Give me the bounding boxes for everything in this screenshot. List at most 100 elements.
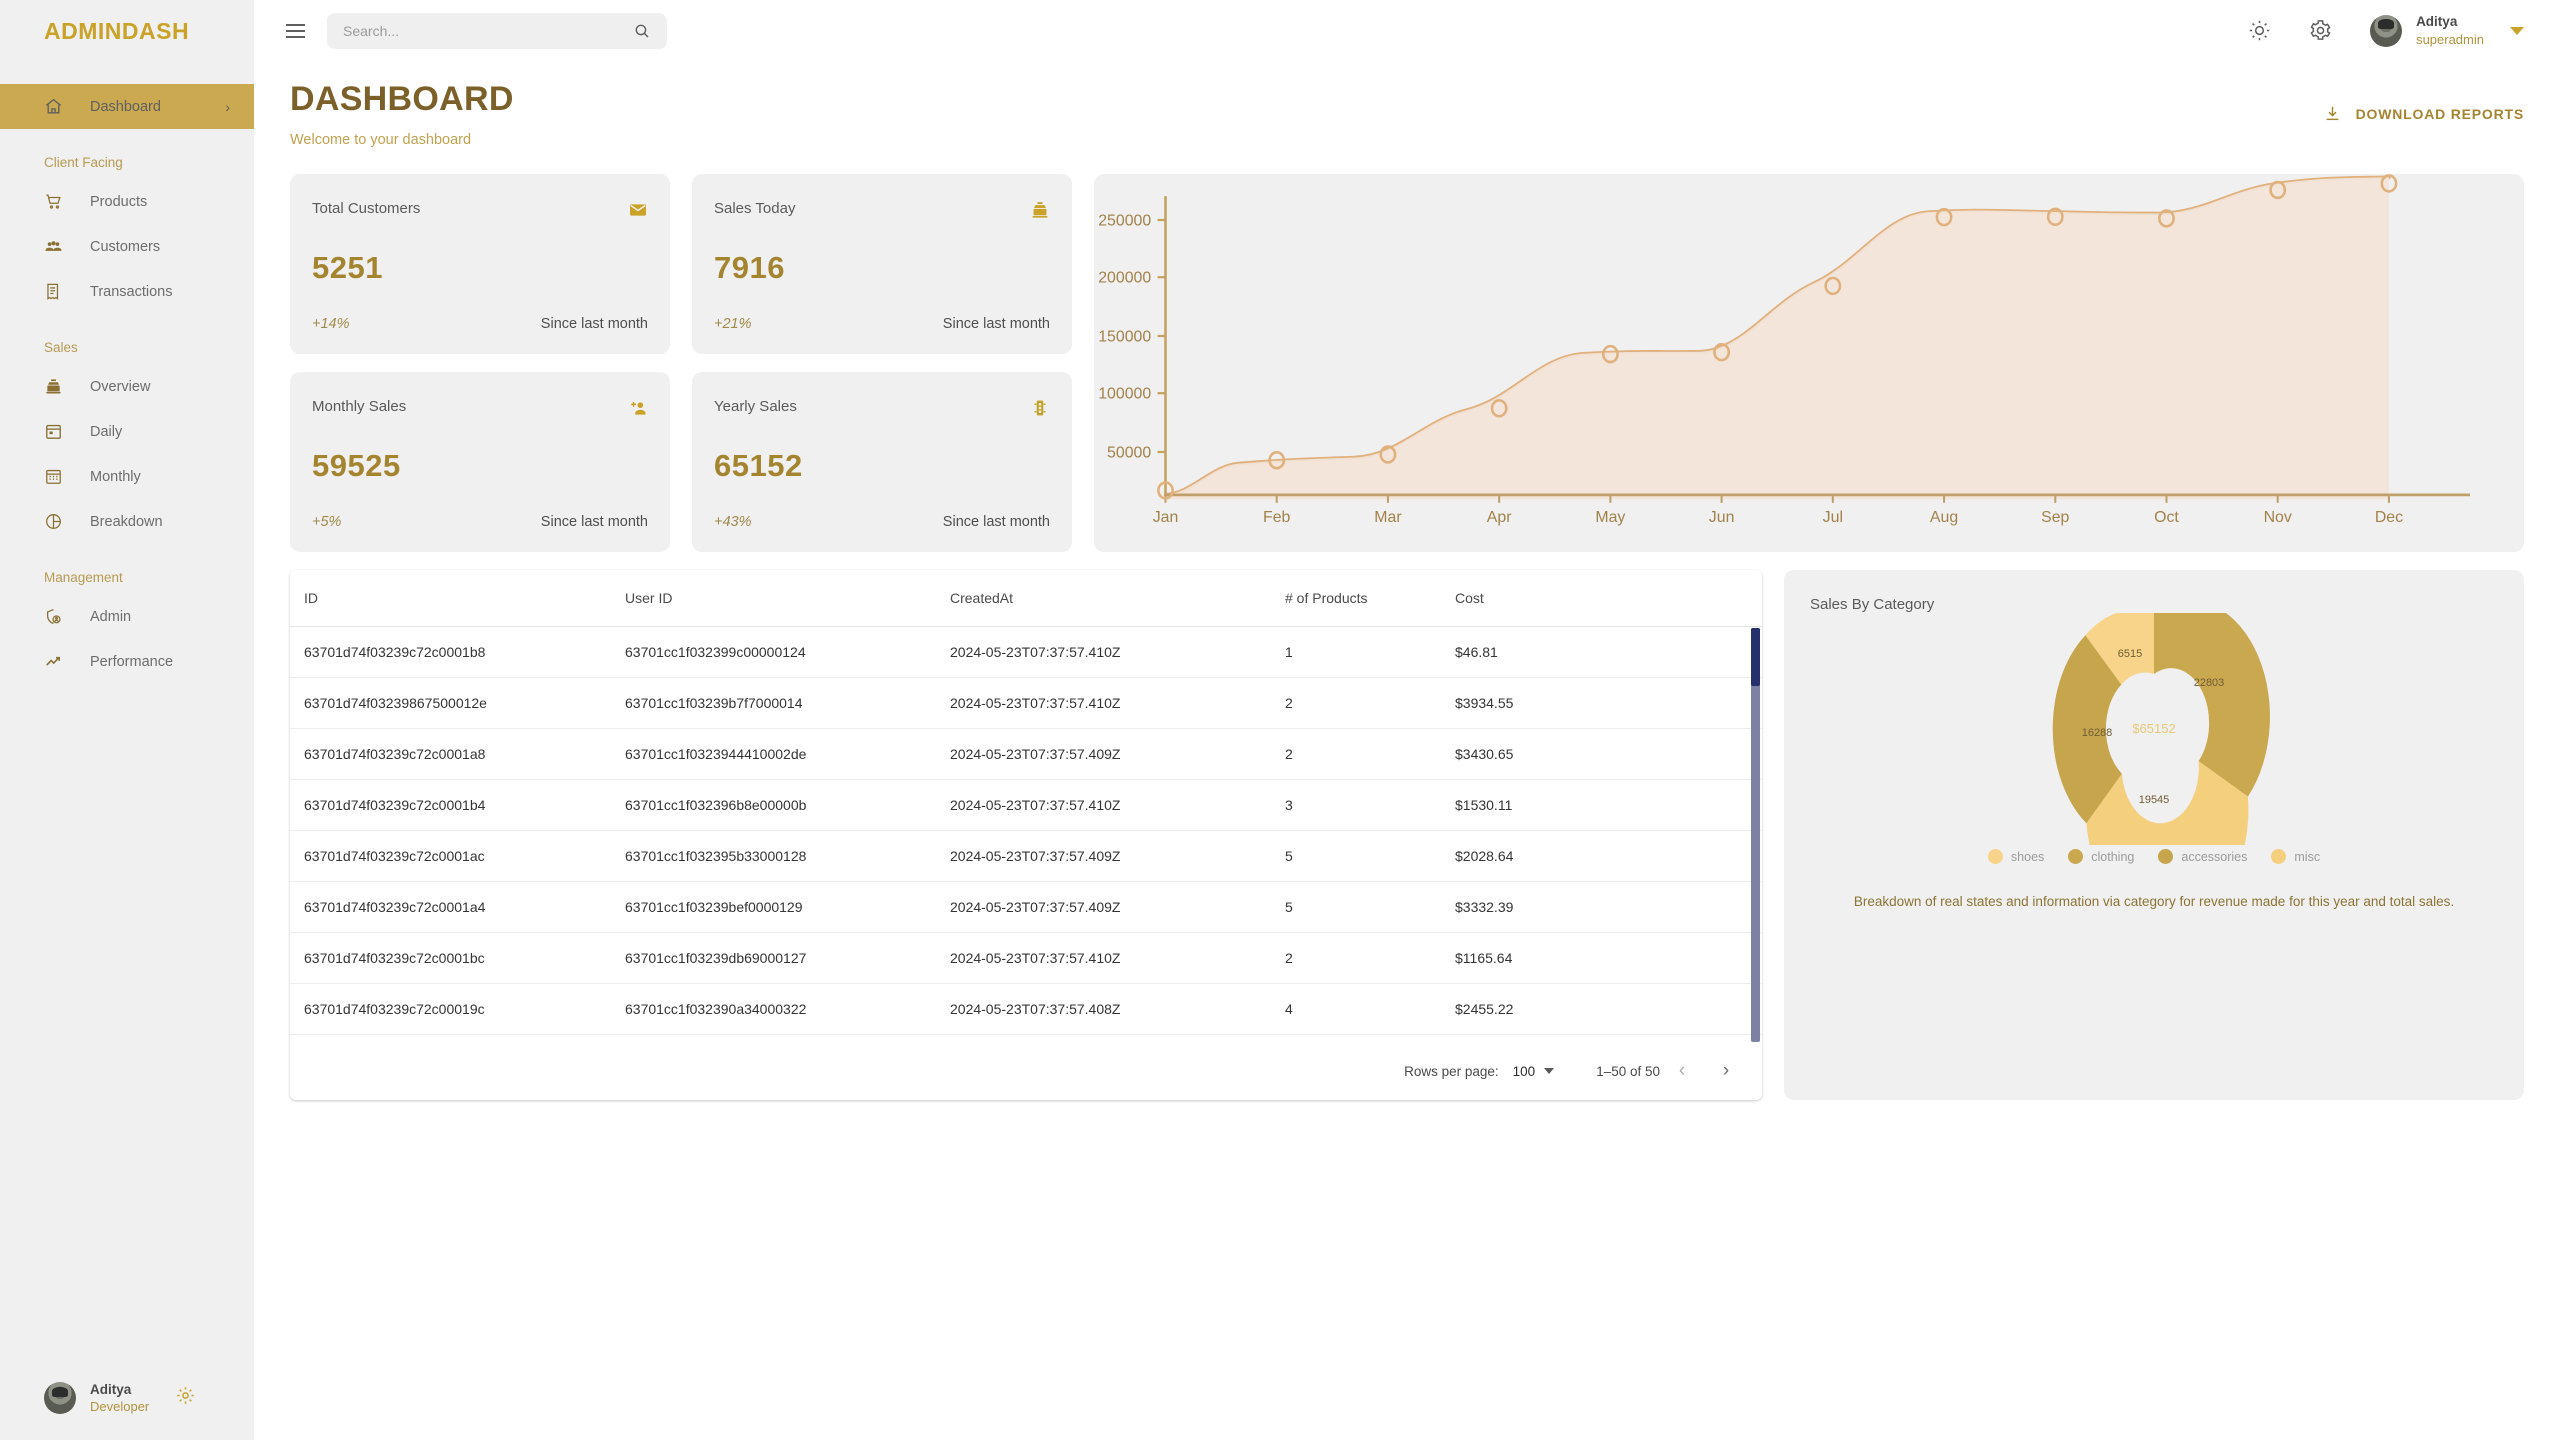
cell-num-products: 5	[1285, 830, 1455, 882]
dashboard-content: DASHBOARD Welcome to your dashboard DOWN…	[254, 62, 2560, 1100]
overall-sales-line-chart: 250000 200000 150000 100000 50000 Jan Fe…	[1094, 174, 2524, 552]
x-tick-label: Jan	[1153, 509, 1179, 526]
sidebar-item-breakdown[interactable]: Breakdown	[0, 499, 254, 544]
table-row[interactable]: 63701d74f03239c72c0001a8 63701cc1f032394…	[290, 728, 1762, 780]
rows-per-page-value: 100	[1512, 1063, 1536, 1079]
table-row[interactable]: 63701d74f03239c72c0001b4 63701cc1f032396…	[290, 779, 1762, 831]
column-header-num-products[interactable]: # of Products	[1285, 570, 1455, 627]
stat-card-monthly-sales: Monthly Sales 59525 +5% Since last month	[290, 372, 670, 552]
sidebar-item-customers[interactable]: Customers	[0, 224, 254, 269]
cell-id: 63701d74f03239c72c0001a4	[290, 881, 625, 933]
legend-item-clothing[interactable]: clothing	[2068, 849, 2134, 864]
sidebar-item-products[interactable]: Products	[0, 179, 254, 224]
cell-user-id: 63701cc1f032396b8e00000b	[625, 779, 950, 831]
donut-slice-shoes[interactable]	[2154, 613, 2270, 797]
cell-id: 63701d74f03239c72c0001b4	[290, 779, 625, 831]
stat-delta: +14%	[312, 316, 350, 332]
table-scrollbar[interactable]	[1751, 628, 1760, 1042]
pagination-range: 1–50 of 50	[1596, 1063, 1660, 1079]
calendar-month-icon	[44, 467, 63, 486]
transactions-table: ID User ID CreatedAt # of Products Cost …	[290, 570, 1762, 1035]
calendar-today-icon	[44, 422, 63, 441]
column-header-id[interactable]: ID	[290, 570, 625, 627]
chevron-down-icon[interactable]	[2510, 26, 2524, 35]
legend-item-accessories[interactable]: accessories	[2158, 849, 2247, 864]
point-of-sale-icon	[44, 377, 63, 396]
page-header: DASHBOARD Welcome to your dashboard DOWN…	[290, 80, 2524, 148]
cell-created-at: 2024-05-23T07:37:57.409Z	[950, 830, 1285, 882]
page-subtitle: Welcome to your dashboard	[290, 132, 472, 148]
pie-chart-icon	[44, 512, 63, 531]
stat-value: 59525	[312, 448, 401, 483]
table-row[interactable]: 63701d74f03239867500012e 63701cc1f03239b…	[290, 677, 1762, 729]
column-header-cost[interactable]: Cost	[1455, 570, 1762, 627]
column-header-user-id[interactable]: User ID	[625, 570, 950, 627]
table-row[interactable]: 63701d74f03239c72c0001b8 63701cc1f032399…	[290, 626, 1762, 678]
cell-num-products: 1	[1285, 626, 1455, 678]
sidebar-item-label: Monthly	[90, 468, 141, 485]
search-icon[interactable]	[633, 22, 651, 40]
cell-cost: $1165.64	[1455, 932, 1762, 984]
cell-id: 63701d74f03239c72c0001b8	[290, 626, 625, 678]
chevron-right-icon[interactable]: ›	[1704, 1060, 1748, 1082]
sidebar-item-label: Performance	[90, 653, 174, 670]
stat-title: Total Customers	[312, 200, 421, 217]
sidebar-item-label: Customers	[90, 238, 161, 255]
download-reports-button[interactable]: DOWNLOAD REPORTS	[2323, 104, 2524, 123]
cell-user-id: 63701cc1f032395b33000128	[625, 830, 950, 882]
table-row[interactable]: 63701d74f03239c72c0001a4 63701cc1f03239b…	[290, 881, 1762, 933]
stat-since: Since last month	[540, 316, 648, 332]
stat-title: Sales Today	[714, 200, 796, 217]
legend-item-shoes[interactable]: shoes	[1987, 849, 2044, 864]
stat-title: Monthly Sales	[312, 398, 407, 415]
stat-card-sales-today: Sales Today 7916 +21% Since last month	[692, 174, 1072, 354]
gear-icon[interactable]	[2309, 19, 2332, 42]
sidebar-nav: Dashboard › Client Facing Products Custo…	[0, 84, 254, 684]
table-row[interactable]: 63701d74f03239c72c00019c 63701cc1f032390…	[290, 983, 1762, 1035]
cell-id: 63701d74f03239c72c0001ac	[290, 830, 625, 882]
column-header-created-at[interactable]: CreatedAt	[950, 570, 1285, 627]
x-tick-label: Oct	[2154, 509, 2179, 526]
donut-slice-label: 16288	[2082, 727, 2113, 739]
rows-per-page-select[interactable]: 100	[1513, 1064, 1555, 1079]
search-input[interactable]	[343, 23, 603, 39]
table-row[interactable]: 63701d74f03239c72c0001ac 63701cc1f032395…	[290, 830, 1762, 882]
stat-value: 65152	[714, 448, 803, 483]
person-add-icon	[628, 398, 648, 418]
sidebar-user-profile[interactable]: Aditya Developer	[0, 1381, 254, 1416]
sidebar-section-client-facing: Client Facing	[44, 155, 123, 170]
table-scrollbar-thumb[interactable]	[1751, 628, 1760, 686]
table-row[interactable]: 63701d74f03239c72c0001bc 63701cc1f03239d…	[290, 932, 1762, 984]
chevron-left-icon[interactable]: ‹	[1660, 1060, 1704, 1082]
main-area: Aditya superadmin DASHBOARD Welcome to y…	[254, 0, 2560, 1440]
x-tick-label: Feb	[1263, 509, 1291, 526]
legend-label: misc	[2294, 849, 2321, 864]
sidebar: ADMINDASH Dashboard › Client Facing Prod…	[0, 0, 254, 1440]
stat-value: 5251	[312, 250, 383, 285]
cell-user-id: 63701cc1f03239b7f7000014	[625, 677, 950, 729]
stat-since: Since last month	[942, 316, 1050, 332]
y-tick-label: 150000	[1098, 329, 1151, 346]
light-mode-sun-icon[interactable]	[2248, 19, 2271, 42]
sidebar-item-daily[interactable]: Daily	[0, 409, 254, 454]
home-icon	[44, 97, 63, 116]
sidebar-item-monthly[interactable]: Monthly	[0, 454, 254, 499]
x-tick-label: May	[1595, 509, 1625, 526]
search-box[interactable]	[327, 13, 667, 49]
hamburger-menu-icon[interactable]	[282, 20, 309, 42]
sidebar-item-dashboard[interactable]: Dashboard ›	[0, 84, 254, 129]
topbar-user-menu[interactable]: Aditya superadmin	[2370, 13, 2524, 48]
table-pagination: Rows per page: 100 1–50 of 50 ‹ ›	[290, 1042, 1762, 1100]
download-reports-label: DOWNLOAD REPORTS	[2355, 105, 2524, 122]
sidebar-item-transactions[interactable]: Transactions	[0, 269, 254, 314]
stat-card-total-customers: Total Customers 5251 +14% Since last mon…	[290, 174, 670, 354]
brand-logo[interactable]: ADMINDASH	[0, 0, 254, 62]
sidebar-item-admin[interactable]: Admin	[0, 594, 254, 639]
cell-cost: $3430.65	[1455, 728, 1762, 780]
sidebar-item-overview[interactable]: Overview	[0, 364, 254, 409]
gear-icon[interactable]	[175, 1385, 196, 1411]
cell-cost: $3934.55	[1455, 677, 1762, 729]
stat-delta: +5%	[312, 514, 342, 530]
legend-item-misc[interactable]: misc	[2271, 849, 2320, 864]
sidebar-item-performance[interactable]: Performance	[0, 639, 254, 684]
